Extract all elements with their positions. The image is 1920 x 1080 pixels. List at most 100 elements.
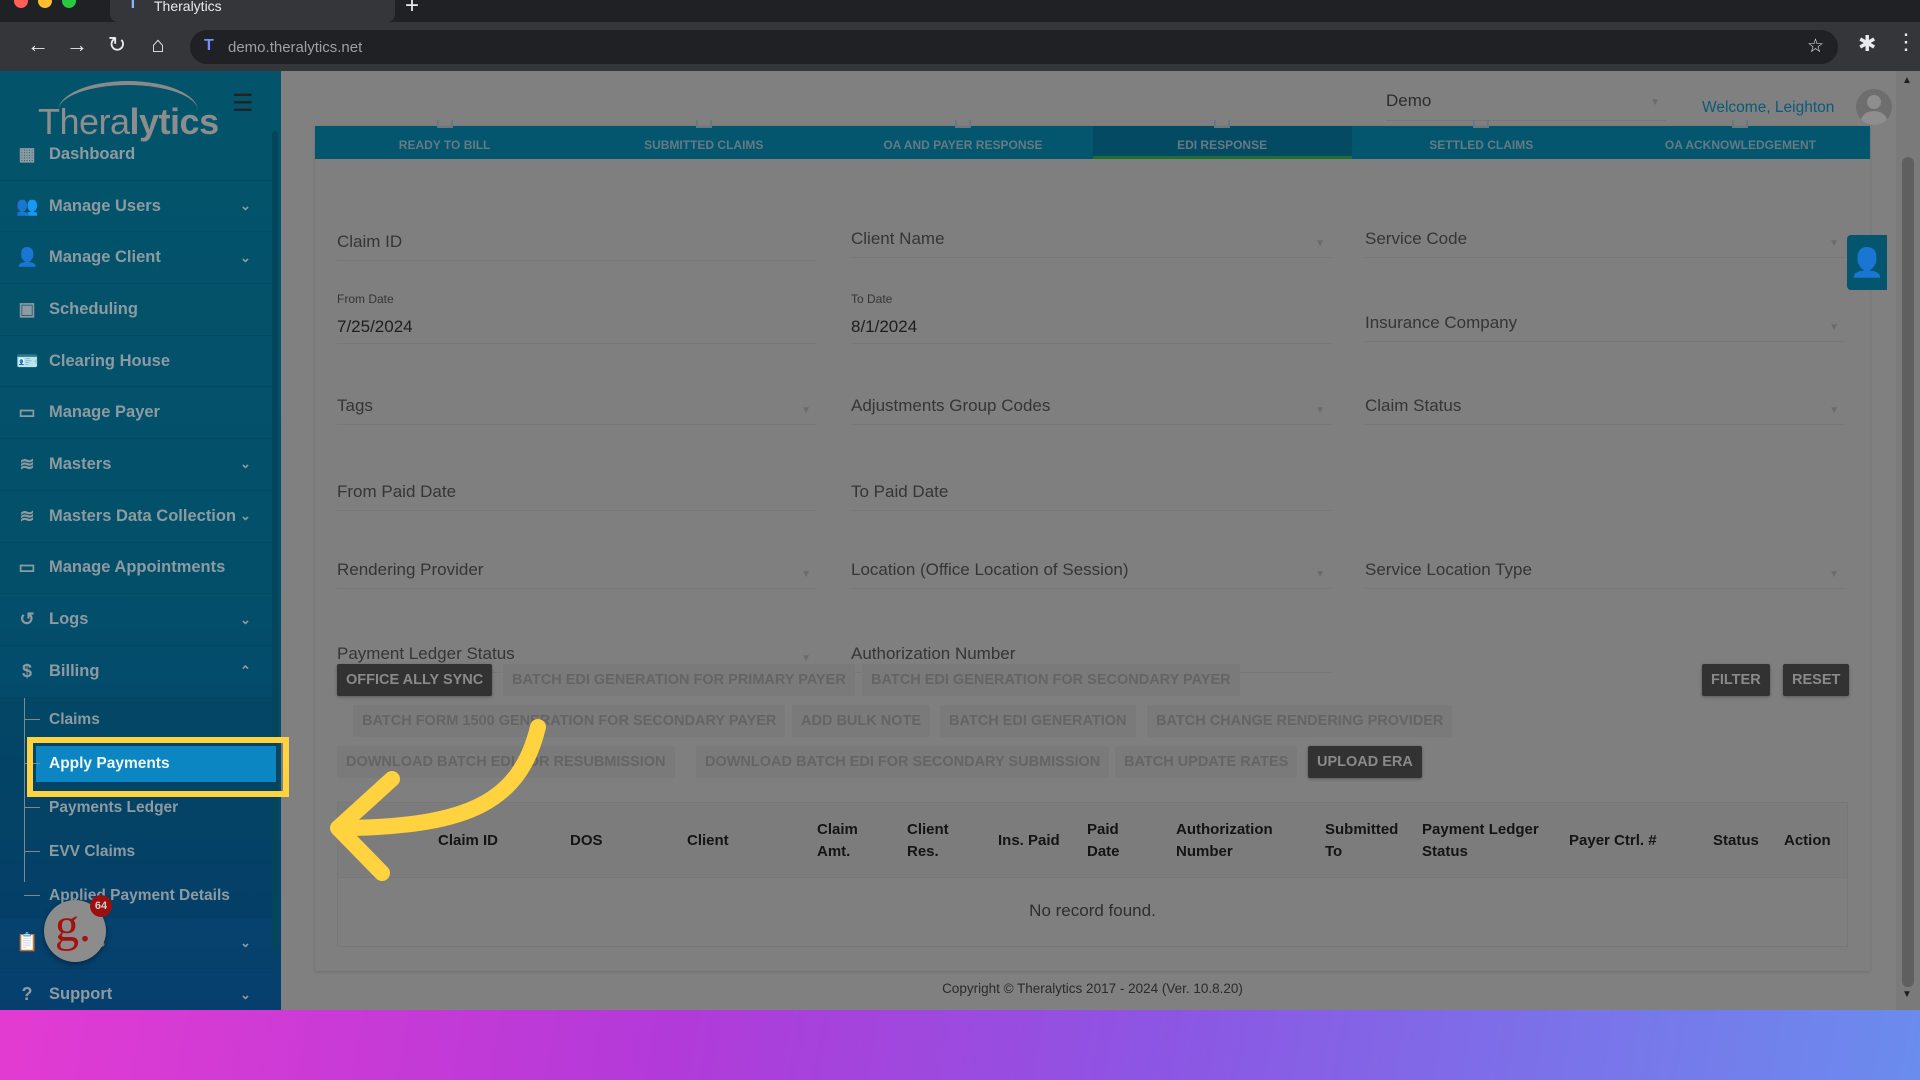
column-header-ins-paid[interactable]: Ins. Paid xyxy=(998,803,1060,878)
submenu-tick xyxy=(24,719,40,721)
filter-button[interactable]: FILTER xyxy=(1702,664,1770,696)
download-batch-edi-secondary-submission-button[interactable]: DOWNLOAD BATCH EDI FOR SECONDARY SUBMISS… xyxy=(696,746,1110,778)
sidebar-item-support[interactable]: ? Support ⌄ xyxy=(0,969,272,1010)
field-label: To Paid Date xyxy=(851,482,949,501)
window-close-button[interactable] xyxy=(14,0,28,8)
insurance-company-select[interactable]: Insurance Company ▼ xyxy=(1365,302,1845,342)
tab-oa-acknowledgement[interactable]: OA ACKNOWLEDGEMENT xyxy=(1611,120,1870,159)
sidebar-collapse-icon[interactable]: ☰ xyxy=(232,89,254,118)
batch-edi-primary-button[interactable]: BATCH EDI GENERATION FOR PRIMARY PAYER xyxy=(503,664,855,696)
sidebar-item-dashboard[interactable]: ▦ Dashboard xyxy=(0,129,272,181)
column-header-client-res[interactable]: Client Res. xyxy=(907,803,949,878)
bookmark-star-icon[interactable]: ☆ xyxy=(1807,35,1824,58)
sidebar-subitem-evv-claims[interactable]: EVV Claims xyxy=(0,830,272,874)
sidebar-item-logs[interactable]: ↺ Logs ⌄ xyxy=(0,594,272,646)
tab-submitted-claims[interactable]: SUBMITTED CLAIMS xyxy=(574,120,833,159)
notification-widget[interactable]: g. 64 xyxy=(44,895,112,962)
tab-oa-and-payer-response[interactable]: OA AND PAYER RESPONSE xyxy=(833,120,1092,159)
sidebar-item-manage-client[interactable]: 👤 Manage Client ⌄ xyxy=(0,232,272,285)
column-header-authorization-number[interactable]: Authorization Number xyxy=(1176,803,1273,878)
claim-status-select[interactable]: Claim Status ▼ xyxy=(1365,385,1845,425)
column-header-action[interactable]: Action xyxy=(1784,803,1831,878)
tab-label: OA ACKNOWLEDGEMENT xyxy=(1664,138,1816,152)
to-date-input[interactable]: To Date 8/1/2024 xyxy=(851,292,1331,344)
sidebar: Theralytics ☰ ▦ Dashboard 👥 Manage Users… xyxy=(0,71,289,1010)
column-header-client[interactable]: Client xyxy=(687,803,729,878)
dropdown-caret-icon: ▼ xyxy=(1829,569,1839,580)
sidebar-subitem-applied-payment-details[interactable]: Applied Payment Details xyxy=(0,874,272,918)
window-zoom-button[interactable] xyxy=(62,0,76,8)
scroll-up-icon[interactable]: ▲ xyxy=(1902,75,1912,86)
field-label: Client Name xyxy=(851,229,945,248)
column-header-claim-amt[interactable]: Claim Amt. xyxy=(817,803,858,878)
chevron-down-icon: ⌄ xyxy=(240,198,251,214)
address-bar[interactable]: T demo.theralytics.net ☆ xyxy=(190,30,1838,64)
browser-menu-icon[interactable]: ⋮ xyxy=(1895,29,1917,55)
field-label: From Paid Date xyxy=(337,482,457,501)
upload-era-button[interactable]: UPLOAD ERA xyxy=(1308,746,1422,778)
from-paid-date-input[interactable]: From Paid Date xyxy=(337,471,817,511)
sidebar-scrollbar[interactable] xyxy=(272,131,278,951)
sidebar-item-label: Logs xyxy=(49,610,89,629)
tab-tray-icon xyxy=(954,120,971,128)
company-select[interactable]: Demo ▼ xyxy=(1386,91,1666,121)
sidebar-item-manage-users[interactable]: 👥 Manage Users ⌄ xyxy=(0,181,272,233)
reset-button[interactable]: RESET xyxy=(1783,664,1850,696)
service-code-select[interactable]: Service Code ▼ xyxy=(1365,218,1845,258)
service-location-type-select[interactable]: Service Location Type ▼ xyxy=(1365,549,1845,589)
batch-edi-generation-button[interactable]: BATCH EDI GENERATION xyxy=(940,705,1136,737)
copyright-footer: Copyright © Theralytics 2017 - 2024 (Ver… xyxy=(942,981,1243,996)
column-header-payer-ctrl[interactable]: Payer Ctrl. # xyxy=(1569,803,1657,878)
adjustments-group-codes-select[interactable]: Adjustments Group Codes ▼ xyxy=(851,385,1331,425)
scrollbar-thumb[interactable] xyxy=(1902,157,1914,987)
column-header-dos[interactable]: DOS xyxy=(570,803,603,878)
sidebar-item-reports[interactable]: 📋 s ⌄ xyxy=(0,918,272,970)
claim-id-input[interactable]: Claim ID xyxy=(337,221,817,261)
office-ally-sync-button[interactable]: OFFICE ALLY SYNC xyxy=(337,664,493,696)
sidebar-item-label: Manage Users xyxy=(49,196,161,215)
sidebar-item-manage-payer[interactable]: ▭ Manage Payer xyxy=(0,387,272,440)
window-minimize-button[interactable] xyxy=(38,0,52,8)
scroll-down-icon[interactable]: ▼ xyxy=(1902,989,1912,1000)
tab-edi-response[interactable]: EDI RESPONSE xyxy=(1092,120,1352,159)
from-date-input[interactable]: From Date 7/25/2024 xyxy=(337,292,817,344)
url-text[interactable]: demo.theralytics.net xyxy=(228,39,362,56)
to-paid-date-input[interactable]: To Paid Date xyxy=(851,471,1331,511)
rendering-provider-select[interactable]: Rendering Provider ▼ xyxy=(337,549,817,589)
extensions-puzzle-icon[interactable]: ✱ xyxy=(1858,31,1876,57)
sidebar-item-masters[interactable]: ≋ Masters ⌄ xyxy=(0,439,272,491)
sidebar-item-manage-appointments[interactable]: ▭ Manage Appointments xyxy=(0,543,272,595)
tab-settled-claims[interactable]: SETTLED CLAIMS xyxy=(1352,120,1611,159)
batch-update-rates-button[interactable]: BATCH UPDATE RATES xyxy=(1115,746,1298,778)
location-select[interactable]: Location (Office Location of Session) ▼ xyxy=(851,549,1331,589)
forward-icon[interactable]: → xyxy=(63,32,91,58)
home-icon[interactable]: ⌂ xyxy=(144,32,172,58)
column-header-submitted-to[interactable]: Submitted To xyxy=(1325,803,1398,878)
sidebar-item-masters-data-collection[interactable]: ≋ Masters Data Collection ⌄ xyxy=(0,491,272,543)
page-scrollbar[interactable]: ▲ ▼ xyxy=(1896,71,1920,1010)
back-icon[interactable]: ← xyxy=(24,32,52,58)
browser-tab[interactable]: T Theralytics xyxy=(110,0,395,22)
column-header-status[interactable]: Status xyxy=(1713,803,1759,878)
sidebar-item-label: Manage Payer xyxy=(49,403,160,422)
welcome-user-link[interactable]: Welcome, Leighton xyxy=(1702,99,1834,117)
column-header-paid-date[interactable]: Paid Date xyxy=(1087,803,1120,878)
add-bulk-note-button[interactable]: ADD BULK NOTE xyxy=(792,705,931,737)
batch-edi-secondary-button[interactable]: BATCH EDI GENERATION FOR SECONDARY PAYER xyxy=(862,664,1240,696)
user-settings-fab[interactable]: 👤 xyxy=(1847,235,1887,290)
client-name-select[interactable]: Client Name ▼ xyxy=(851,218,1331,258)
column-header-payment-ledger-status[interactable]: Payment Ledger Status xyxy=(1422,803,1539,878)
database-icon: ≋ xyxy=(19,505,35,526)
tags-select[interactable]: Tags ▼ xyxy=(337,385,817,425)
sidebar-subitem-claims[interactable]: Claims xyxy=(0,698,272,742)
reload-icon[interactable]: ↻ xyxy=(103,32,131,58)
sidebar-item-scheduling[interactable]: ▣ Scheduling xyxy=(0,284,272,336)
new-tab-button[interactable]: + xyxy=(405,0,419,20)
batch-change-rendering-provider-button[interactable]: BATCH CHANGE RENDERING PROVIDER xyxy=(1147,705,1453,737)
sidebar-item-clearing-house[interactable]: 🪪 Clearing House xyxy=(0,336,272,388)
tab-ready-to-bill[interactable]: READY TO BILL xyxy=(315,120,574,159)
user-avatar-icon[interactable] xyxy=(1856,89,1892,125)
browser-tabstrip: T Theralytics + xyxy=(0,0,1920,22)
sidebar-item-billing[interactable]: $ Billing ⌃ xyxy=(0,646,272,698)
history-icon: ↺ xyxy=(19,609,35,630)
